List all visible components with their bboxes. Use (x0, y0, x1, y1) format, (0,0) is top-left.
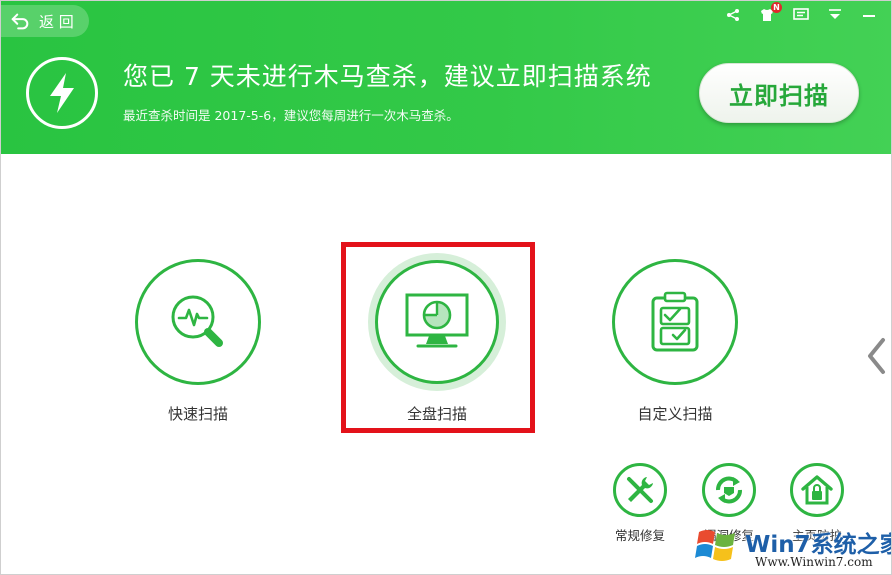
last-scan-info: 最近查杀时间是 2017-5-6，建议您每周进行一次木马查杀。 (123, 108, 459, 123)
notification-badge: N (771, 2, 782, 13)
custom-scan-circle[interactable] (612, 259, 738, 385)
homepage-protection-circle[interactable] (790, 463, 844, 517)
quick-scan-label: 快速扫描 (167, 405, 228, 423)
custom-checklist-icon (651, 291, 699, 352)
header-banner: 返 回 N 您已 7 天未进行木马查杀，建议立即扫描系统 最近查杀时间是 201… (1, 1, 891, 154)
homepage-protection-label: 主页防护 (791, 528, 842, 543)
full-scan-halo (368, 253, 506, 391)
back-button[interactable]: 返 回 (1, 5, 89, 37)
quick-scan-circle[interactable] (135, 259, 261, 385)
vulnerability-repair-tool[interactable]: 漏洞修复 (701, 463, 757, 544)
refresh-shield-icon (716, 476, 742, 504)
back-arrow-icon (11, 13, 29, 30)
quick-scan-icon (171, 295, 223, 347)
regular-repair-circle[interactable] (613, 463, 667, 517)
skin-icon[interactable]: N (757, 2, 782, 25)
window-controls: N (723, 2, 879, 25)
scan-now-button[interactable]: 立即扫描 (699, 63, 859, 123)
message-icon[interactable] (791, 5, 811, 25)
minimize-icon[interactable] (859, 5, 879, 25)
monitor-pie-icon (405, 293, 469, 348)
full-scan-label: 全盘扫描 (406, 405, 467, 423)
quick-scan-option[interactable]: 快速扫描 (134, 259, 262, 424)
regular-repair-tool[interactable]: 常规修复 (612, 463, 668, 544)
home-lock-icon (801, 475, 833, 505)
page-title: 您已 7 天未进行木马查杀，建议立即扫描系统 (123, 62, 652, 91)
chevron-left-icon[interactable] (863, 333, 889, 379)
full-scan-circle[interactable] (375, 260, 499, 384)
custom-scan-option[interactable]: 自定义扫描 (611, 259, 739, 424)
watermark-url: Www.Winwin7.com (755, 555, 873, 569)
homepage-protection-tool[interactable]: 主页防护 (789, 463, 845, 544)
lightning-icon (26, 57, 98, 129)
menu-down-icon[interactable] (825, 5, 845, 25)
full-scan-option[interactable]: 全盘扫描 (368, 253, 506, 424)
back-label: 返 回 (39, 12, 74, 31)
wrench-screwdriver-icon (627, 477, 653, 503)
custom-scan-label: 自定义扫描 (637, 405, 713, 423)
share-icon[interactable] (723, 5, 743, 25)
regular-repair-label: 常规修复 (614, 528, 665, 543)
antivirus-window: 返 回 N 您已 7 天未进行木马查杀，建议立即扫描系统 最近查杀时间是 201… (0, 0, 892, 575)
vulnerability-repair-circle[interactable] (702, 463, 756, 517)
vulnerability-repair-label: 漏洞修复 (703, 528, 754, 543)
